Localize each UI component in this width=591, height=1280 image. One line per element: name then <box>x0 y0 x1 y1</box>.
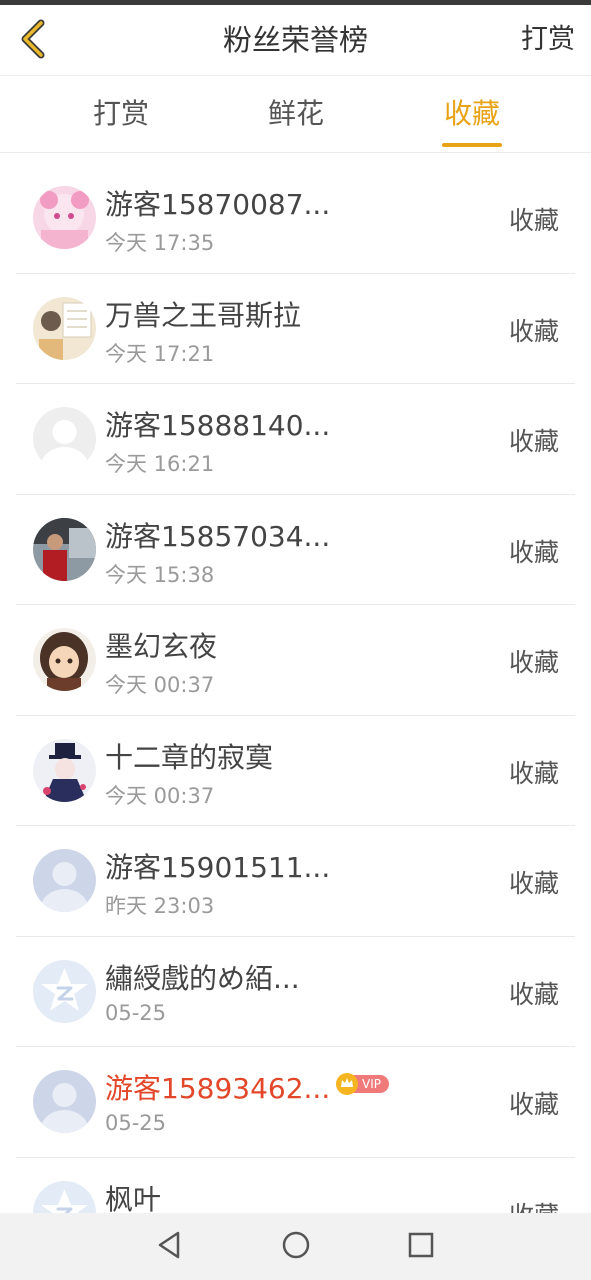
recents-nav-button[interactable] <box>401 1227 441 1267</box>
collect-label[interactable]: 收藏 <box>509 975 559 1011</box>
avatar <box>33 517 96 581</box>
fan-name: 游客15901511... <box>105 851 331 884</box>
fan-time: 今天 16:21 <box>105 452 215 476</box>
fan-name: 游客15870087... <box>105 188 331 221</box>
system-nav-bar <box>0 1213 591 1280</box>
fan-time: 今天 17:21 <box>105 341 215 366</box>
list-item[interactable]: 万兽之王哥斯拉 今天 17:21 收藏 <box>0 274 591 384</box>
fan-time: 05-25 <box>105 1000 167 1025</box>
collect-label[interactable]: 收藏 <box>509 1085 559 1121</box>
collect-label[interactable]: 收藏 <box>509 422 559 458</box>
list-item[interactable]: 游客15870087... 今天 17:35 收藏 <box>0 163 591 274</box>
collect-label[interactable]: 收藏 <box>509 533 559 569</box>
chevron-left-icon <box>17 19 47 63</box>
collect-label[interactable]: 收藏 <box>509 1196 559 1214</box>
back-nav-button[interactable] <box>150 1227 190 1267</box>
tab-flowers[interactable]: 鲜花 <box>231 76 361 152</box>
collect-label[interactable]: 收藏 <box>509 643 559 679</box>
list-item[interactable]: 繡綬戲的め絔... 05-25 收藏 <box>0 937 591 1047</box>
header-bar: 粉丝荣誉榜 打赏 <box>0 5 591 76</box>
list-item[interactable]: 游客15893462... VIP 05-25 收藏 <box>0 1047 591 1158</box>
reward-button[interactable]: 打赏 <box>521 5 575 75</box>
fan-name: 游客15893462... <box>105 1072 331 1105</box>
back-button[interactable] <box>10 17 54 65</box>
list-item[interactable]: 十二章的寂寞 今天 00:37 收藏 <box>0 716 591 826</box>
collect-label[interactable]: 收藏 <box>509 754 559 790</box>
list-item[interactable]: 游客15888140... 今天 16:21 收藏 <box>0 384 591 495</box>
page-title: 粉丝荣誉榜 <box>222 23 368 57</box>
collect-label[interactable]: 收藏 <box>509 201 559 237</box>
avatar <box>33 959 96 1023</box>
avatar <box>33 1180 96 1213</box>
active-tab-indicator <box>442 143 502 147</box>
avatar <box>33 738 96 802</box>
fan-time: 昨天 23:03 <box>105 894 215 918</box>
fan-time: 今天 00:37 <box>105 673 215 697</box>
fan-time: 今天 00:37 <box>105 783 215 808</box>
circle-home-icon <box>281 1230 311 1264</box>
avatar <box>33 628 96 691</box>
tab-collect[interactable]: 收藏 <box>407 76 537 152</box>
collect-label[interactable]: 收藏 <box>509 312 559 348</box>
triangle-back-icon <box>156 1230 184 1264</box>
avatar <box>33 296 96 360</box>
fan-name: 墨幻玄夜 <box>105 630 218 663</box>
avatar <box>33 849 96 912</box>
tab-reward[interactable]: 打赏 <box>56 76 186 152</box>
fan-name: 游客15857034... <box>105 519 331 553</box>
list-item[interactable]: 墨幻玄夜 今天 00:37 收藏 <box>0 605 591 716</box>
list-item[interactable]: 枫叶 收藏 <box>0 1158 591 1214</box>
fan-name: 万兽之王哥斯拉 <box>105 298 302 332</box>
fan-name: 十二章的寂寞 <box>105 740 274 774</box>
tab-bar: 打赏 鲜花 收藏 <box>0 76 591 153</box>
list-item[interactable]: 游客15857034... 今天 15:38 收藏 <box>0 495 591 605</box>
square-recents-icon <box>407 1231 435 1263</box>
list-item[interactable]: 游客15901511... 昨天 23:03 收藏 <box>0 826 591 937</box>
home-nav-button[interactable] <box>276 1227 316 1267</box>
avatar <box>33 407 96 470</box>
collect-label[interactable]: 收藏 <box>509 864 559 900</box>
fan-list: 游客15870087... 今天 17:35 收藏 万兽之王哥斯拉 今天 17:… <box>0 163 591 1213</box>
fan-time: 05-25 <box>105 1111 167 1135</box>
fan-name: 繡綬戲的め絔... <box>105 961 300 995</box>
fan-name: 枫叶 <box>105 1182 162 1214</box>
avatar <box>33 186 96 249</box>
vip-badge: VIP <box>335 1072 391 1096</box>
avatar <box>33 1070 96 1133</box>
fan-name: 游客15888140... <box>105 409 331 442</box>
fan-time: 今天 15:38 <box>105 562 215 587</box>
vip-label: VIP <box>362 1077 381 1091</box>
fan-time: 今天 17:35 <box>105 231 215 255</box>
